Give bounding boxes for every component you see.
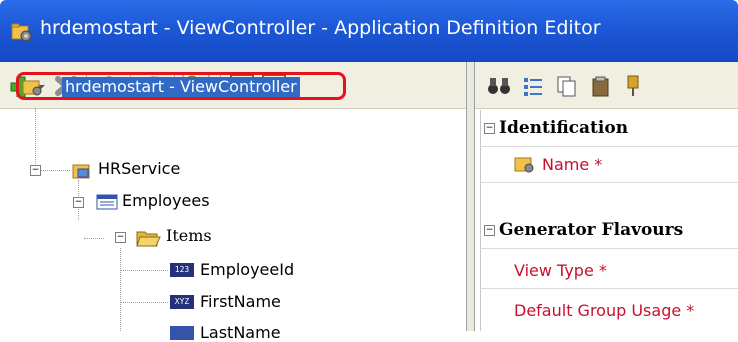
highlight-outline [16,72,346,100]
item-label: LastName [200,323,281,342]
tree-connector [35,108,36,168]
structure-pane [0,62,467,331]
tree-connector [120,248,121,331]
string-type-icon: XYZ [170,294,194,309]
tree-node-item[interactable]: XYZ FirstName [170,292,281,311]
copy-button[interactable] [553,72,581,100]
paste-button[interactable] [587,72,615,100]
property-row-default-group-usage[interactable]: Default Group Usage * [480,292,738,328]
window-title: hrdemostart - ViewController - Applicati… [40,17,601,39]
item-label: FirstName [200,292,281,311]
properties-pane [474,62,738,331]
property-group-label: Identification [499,118,629,138]
service-icon [72,164,90,179]
property-group-label: Generator Flavours [499,220,684,240]
item-label: EmployeeId [200,260,295,279]
window-titlebar[interactable]: hrdemostart - ViewController - Applicati… [0,0,738,62]
tree-node-view[interactable]: Employees [122,191,210,210]
tree-connector [84,238,104,239]
collapse-toggle[interactable]: − [73,197,84,208]
categorized-button[interactable] [519,72,547,100]
property-group-identification[interactable]: − Identification [480,110,738,147]
folder-open-icon [136,231,161,247]
property-group-generator-flavours[interactable]: − Generator Flavours [480,212,738,249]
paste-icon [592,76,609,97]
binoculars-icon [488,78,510,94]
tree-connector [120,302,168,303]
tree-node-item[interactable]: LastName [170,323,281,342]
collapse-toggle[interactable]: − [484,224,495,236]
copy-icon [557,76,576,97]
pin-button[interactable] [621,72,645,100]
property-icon [514,157,534,173]
property-label: Default Group Usage * [514,300,695,320]
pin-icon [627,75,639,96]
application-definition-icon [11,23,32,42]
property-label: View Type * [514,260,607,280]
tree-node-item[interactable]: 123 EmployeeId [170,260,294,279]
collapse-toggle[interactable]: − [115,232,126,243]
categorized-list-icon [524,78,542,96]
tree-node-items-folder[interactable]: Items [166,226,212,245]
collapse-toggle[interactable]: − [484,122,495,134]
string-type-icon [170,325,194,340]
tree-node-service[interactable]: HRService [98,159,180,178]
property-label: Name * [542,154,603,174]
property-row-name[interactable]: Name * [480,146,738,183]
properties-toolbar [475,62,738,109]
number-type-icon: 123 [170,262,194,277]
tree-connector [40,170,70,171]
view-object-icon [96,194,118,210]
collapse-toggle[interactable]: − [30,165,41,176]
find-button[interactable] [485,72,513,100]
property-row-view-type[interactable]: View Type * [480,252,738,289]
tree-connector [120,270,168,271]
